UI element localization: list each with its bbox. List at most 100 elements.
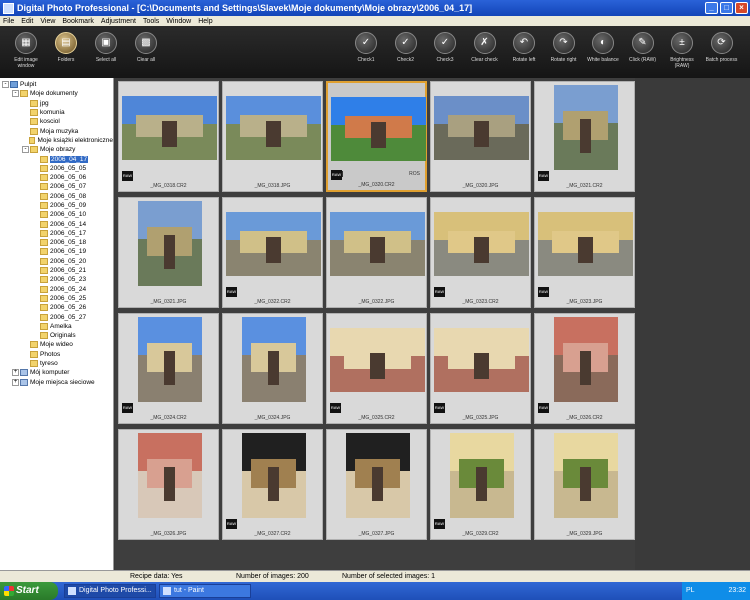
tree-item[interactable]: Photos [0,350,113,359]
tree-item[interactable]: jpg [0,99,113,108]
expand-icon[interactable]: + [12,378,19,386]
tree-item[interactable]: 2006_05_17 [0,229,113,238]
tree-item[interactable]: 2006_05_08 [0,192,113,201]
check2-button[interactable]: ✓ Check2 [388,32,424,63]
thumbnail-cell[interactable]: _MG_0320.JPG [430,81,531,192]
taskbar-item[interactable]: tut - Paint [159,584,251,598]
select-all-button[interactable]: ▣ Select all [88,32,124,63]
thumbnail-cell[interactable]: _MG_0318.JPG [222,81,323,192]
collapse-icon[interactable]: - [22,146,29,154]
thumbnail-image [330,327,425,392]
batch-process-button[interactable]: ⟳ Batch process [704,32,740,63]
rotate-right-button[interactable]: ↷ Rotate right [546,32,582,63]
collapse-icon[interactable]: - [2,81,9,89]
tree-item[interactable]: 2006_05_20 [0,257,113,266]
thumbnail-cell[interactable]: _MG_0324.JPG [222,313,323,424]
brightness-raw-button[interactable]: ± Brightness (RAW) [664,32,700,69]
menu-bookmark[interactable]: Bookmark [62,18,94,25]
tree-item[interactable]: - Pulpit [0,80,113,89]
clear-all-button[interactable]: ▩ Clear all [128,32,164,63]
thumbnail-cell[interactable]: _MG_0327.JPG [326,429,427,540]
tree-item[interactable]: 2006_05_25 [0,294,113,303]
tree-item[interactable]: 2006_04_17 [0,154,113,163]
tree-item-label: 2006_04_17 [50,155,89,163]
thumbnail-cell[interactable]: RAW _MG_0322.CR2 [222,197,323,308]
title-bar[interactable]: Digital Photo Professional - [C:\Documen… [0,0,750,16]
edit-image-button[interactable]: ▦ Edit image window [8,32,44,69]
tree-item[interactable]: 2006_05_23 [0,275,113,284]
tree-item[interactable]: - Moje dokumenty [0,89,113,98]
thumbnail-cell[interactable]: RAW _MG_0329.CR2 [430,429,531,540]
menu-help[interactable]: Help [198,18,212,25]
folders-button[interactable]: ▤ Folders [48,32,84,63]
close-button[interactable]: × [735,2,748,14]
tree-item[interactable]: Originals [0,331,113,340]
collapse-icon[interactable]: - [12,90,19,98]
thumbnail-cell[interactable]: RAW _MG_0318.CR2 [118,81,219,192]
toolbar-label: Brightness (RAW) [670,57,694,69]
white-balance-button[interactable]: ◐ White balance [585,32,621,63]
clear-check-button[interactable]: ✗ Clear check [467,32,503,63]
thumbnail-cell[interactable]: RAW _MG_0323.JPG [534,197,635,308]
menu-edit[interactable]: Edit [21,18,33,25]
tree-item[interactable]: 2006_05_21 [0,266,113,275]
tree-item[interactable]: 2006_05_19 [0,247,113,256]
tree-item[interactable]: - Moje obrazy [0,145,113,154]
menu-view[interactable]: View [40,18,55,25]
tree-item[interactable]: Moje wideo [0,340,113,349]
tree-item[interactable]: Moja muzyka [0,126,113,135]
tree-item[interactable]: 2006_05_10 [0,210,113,219]
thumbnail-cell[interactable]: _MG_0322.JPG [326,197,427,308]
thumbnail-cell[interactable]: RAW _MG_0325.CR2 [326,313,427,424]
menu-file[interactable]: File [3,18,14,25]
menu-adjustment[interactable]: Adjustment [101,18,136,25]
thumbnail-cell[interactable]: _MG_0329.JPG [534,429,635,540]
tree-item[interactable]: 2006_05_07 [0,182,113,191]
tree-item[interactable]: 2006_05_14 [0,219,113,228]
tree-item[interactable]: Moje książki elektroniczne [0,136,113,145]
language-indicator[interactable]: PL [686,582,695,600]
thumbnail-cell[interactable]: RAW _MG_0323.CR2 [430,197,531,308]
check3-button[interactable]: ✓ Check3 [427,32,463,63]
thumbnail-cell[interactable]: _MG_0326.JPG [118,429,219,540]
tree-item[interactable]: kosciol [0,117,113,126]
tree-item[interactable]: 2006_05_18 [0,238,113,247]
tree-item[interactable]: Amelka [0,322,113,331]
thumbnail-cell[interactable]: RAW _MG_0324.CR2 [118,313,219,424]
tree-item[interactable]: 2006_05_05 [0,164,113,173]
thumbnail-cell[interactable]: RAW _MG_0325.JPG [430,313,531,424]
thumbnail-cell[interactable]: RAW _MG_0321.CR2 [534,81,635,192]
thumbnail-cell[interactable]: RAW _MG_0327.CR2 [222,429,323,540]
tree-item[interactable]: + Moje miejsca sieciowe [0,378,113,387]
thumbnail-grid[interactable]: RAW_MG_0318.CR2_MG_0318.JPG+0,5ROSRAW_MG… [115,78,635,570]
thumbnail-frame [330,317,425,402]
start-button[interactable]: Start [0,582,58,600]
tree-item[interactable]: 2006_05_09 [0,201,113,210]
folder-icon [30,99,38,107]
tree-item-label: 2006_05_21 [50,267,87,275]
tree-item[interactable]: + Mój komputer [0,368,113,377]
thumbnail-image [553,317,618,402]
tree-item[interactable]: 2006_05_26 [0,303,113,312]
tree-item[interactable]: komunia [0,108,113,117]
minimize-button[interactable]: _ [705,2,718,14]
check2-icon: ✓ [394,32,417,54]
folder-tree[interactable]: - Pulpit - Moje dokumenty jpg komunia kosciol M… [0,78,114,570]
maximize-button[interactable]: □ [720,2,733,14]
thumbnail-cell[interactable]: RAW _MG_0326.CR2 [534,313,635,424]
edit-image-icon: ▦ [15,32,37,54]
thumbnail-cell[interactable]: +0,5ROSRAW_MG_0320.CR2 [326,81,427,192]
menu-tools[interactable]: Tools [143,18,159,25]
taskbar-item[interactable]: Digital Photo Professi... [64,584,156,598]
tree-item[interactable]: 2006_05_06 [0,173,113,182]
photo-door [369,237,386,263]
rotate-left-button[interactable]: ↶ Rotate left [506,32,542,63]
click-raw-button[interactable]: ✎ Click (RAW) [625,32,661,63]
expand-icon[interactable]: + [12,369,19,377]
tree-item[interactable]: 2006_05_24 [0,285,113,294]
check1-button[interactable]: ✓ Check1 [348,32,384,63]
thumbnail-cell[interactable]: _MG_0321.JPG [118,197,219,308]
menu-window[interactable]: Window [166,18,191,25]
tree-item[interactable]: 2006_05_27 [0,312,113,321]
tree-item[interactable]: tyreso [0,359,113,368]
